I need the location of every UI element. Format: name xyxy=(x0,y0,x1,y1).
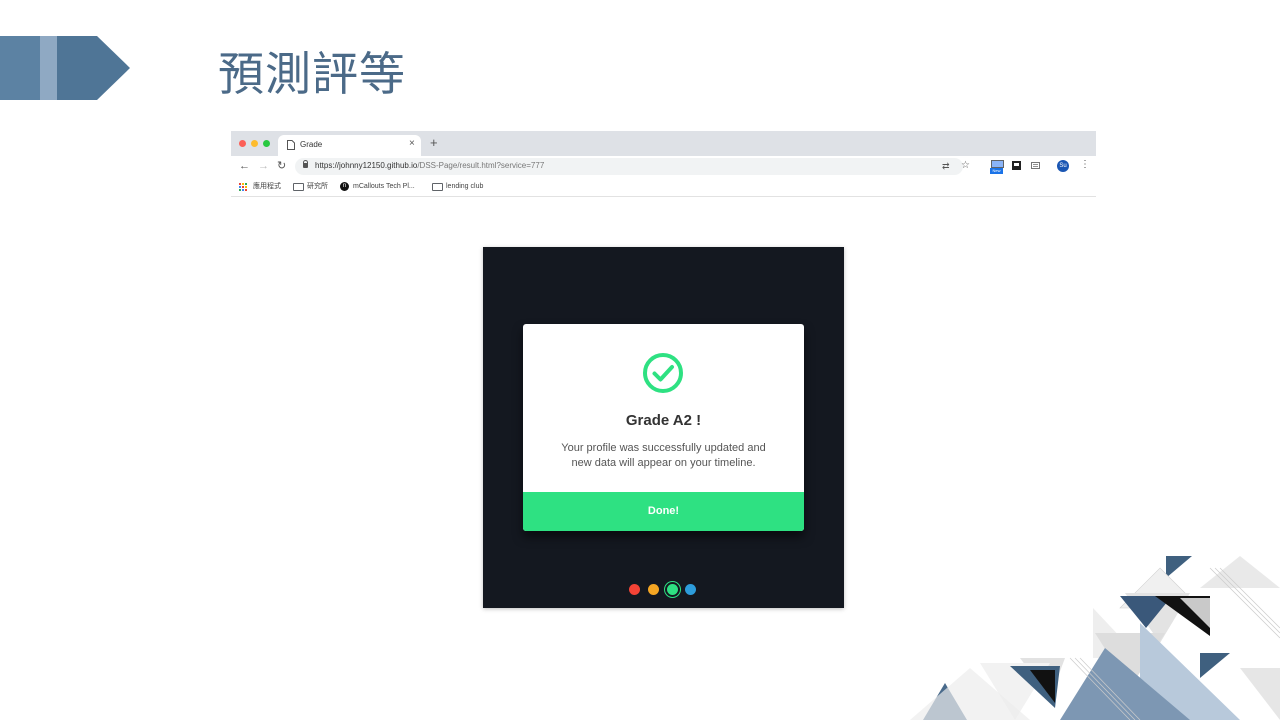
slide-title: 預測評等 xyxy=(218,47,406,101)
extension-icon[interactable] xyxy=(1012,161,1021,170)
url-path: /DSS-Page/result.html?service=777 xyxy=(417,161,545,170)
url-text: https://johnny12150.github.io/DSS-Page/r… xyxy=(315,161,544,170)
bookmark-apps[interactable]: 應用程式 xyxy=(239,182,289,192)
bookmark-label: 應用程式 xyxy=(253,183,281,190)
reader-extension-icon[interactable] xyxy=(1031,161,1040,170)
color-dot-green[interactable] xyxy=(667,584,678,595)
result-modal: Grade A2 ! Your profile was successfully… xyxy=(523,324,804,531)
menu-kebab-icon[interactable]: ⋮ xyxy=(1080,159,1090,170)
new-extension-icon[interactable]: New xyxy=(990,160,1004,174)
bookmark-label: 研究所 xyxy=(307,183,328,190)
bookmark-mcallouts[interactable]: n mCallouts Tech Pl... xyxy=(340,182,425,192)
bookmarks-bar: 應用程式 研究所 n mCallouts Tech Pl... lending … xyxy=(231,178,1096,197)
lock-icon xyxy=(303,160,308,168)
bookmark-folder-lending-club[interactable]: lending club xyxy=(432,182,492,192)
bookmark-label: lending club xyxy=(446,183,484,190)
apps-icon xyxy=(239,183,248,192)
translate-icon[interactable]: ⇄ xyxy=(942,161,950,172)
color-dot-red[interactable] xyxy=(629,584,640,595)
bookmark-folder-research[interactable]: 研究所 xyxy=(293,182,333,192)
profile-avatar[interactable]: Su xyxy=(1057,160,1069,172)
done-button[interactable]: Done! xyxy=(523,492,804,531)
bookmark-label: mCallouts Tech Pl... xyxy=(353,183,415,190)
mcallouts-icon: n xyxy=(340,182,349,191)
back-button[interactable]: ← xyxy=(239,159,250,173)
folder-icon xyxy=(432,183,443,191)
color-dot-orange[interactable] xyxy=(648,584,659,595)
extension-new-label: New xyxy=(990,168,1003,174)
address-bar[interactable]: https://johnny12150.github.io/DSS-Page/r… xyxy=(295,158,970,175)
new-tab-button[interactable]: + xyxy=(430,136,438,150)
forward-button[interactable]: → xyxy=(258,159,269,173)
tab-bar: Grade × + xyxy=(231,131,1096,156)
close-window-button[interactable] xyxy=(239,140,246,147)
reload-button[interactable]: ↻ xyxy=(277,159,286,173)
minimize-window-button[interactable] xyxy=(251,140,258,147)
app-preview: Grade A2 ! Your profile was successfully… xyxy=(483,247,844,608)
header-banner-graphic xyxy=(0,36,130,100)
grade-message: Your profile was successfully updated an… xyxy=(561,442,766,469)
check-circle-icon xyxy=(643,353,683,393)
tab-grade[interactable]: Grade × xyxy=(278,135,421,156)
browser-window: Grade × + ← → ↻ https://johnny12150.gith… xyxy=(231,131,1096,197)
close-tab-icon[interactable]: × xyxy=(409,138,415,149)
toolbar: ← → ↻ https://johnny12150.github.io/DSS-… xyxy=(231,156,1096,178)
grade-title: Grade A2 ! xyxy=(625,412,702,429)
decorative-triangles xyxy=(910,556,1280,720)
color-dot-blue[interactable] xyxy=(685,584,696,595)
page-icon xyxy=(287,140,295,150)
url-host: https://johnny12150.github.io xyxy=(315,161,418,170)
maximize-window-button[interactable] xyxy=(263,140,270,147)
bookmark-star-icon[interactable]: ☆ xyxy=(961,160,970,171)
folder-icon xyxy=(293,183,304,191)
tab-title: Grade xyxy=(300,140,323,149)
